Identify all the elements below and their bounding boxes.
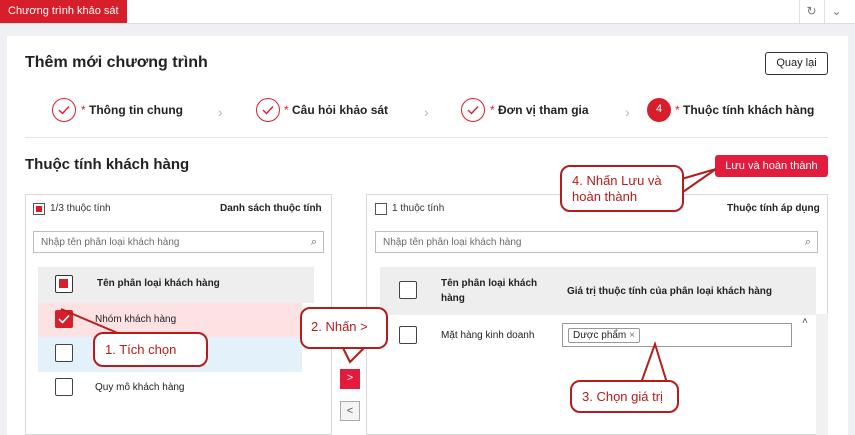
right-count: 1 thuộc tính: [392, 203, 445, 214]
attribute-value-select[interactable]: Dược phẩm ×: [562, 323, 792, 347]
right-row-1-label: Mặt hàng kinh doanh: [441, 330, 535, 341]
step-2-label[interactable]: * Câu hỏi khảo sát: [284, 103, 388, 117]
value-chip[interactable]: Dược phẩm ×: [568, 328, 640, 343]
step-3-label[interactable]: * Đơn vị tham gia: [490, 103, 589, 117]
chevron-down-icon[interactable]: ⌄: [824, 0, 848, 23]
step-3-done-icon: [461, 98, 485, 122]
top-tab-bar: Chương trình khảo sát ↻ ⌄: [0, 0, 855, 24]
callout-click-move: 2. Nhấn >: [300, 307, 388, 349]
step-separator-icon: ›: [218, 104, 223, 120]
step-1-done-icon: [52, 98, 76, 122]
right-header-checkbox[interactable]: [399, 281, 417, 299]
callout-save-line2: hoàn thành: [572, 189, 638, 204]
left-column-header: Tên phân loại khách hàng: [97, 278, 220, 289]
row-2-checkbox[interactable]: [55, 344, 73, 362]
left-header-checkbox[interactable]: [55, 275, 73, 293]
divider: [25, 137, 828, 138]
step-separator-icon: ›: [424, 104, 429, 120]
callout-save: 4. Nhấn Lưu và hoàn thành: [560, 165, 684, 212]
right-column-header-2: Giá trị thuộc tính của phân loại khách h…: [567, 286, 773, 297]
left-panel-title: Danh sách thuộc tính: [220, 203, 322, 214]
left-search-placeholder: Nhập tên phân loại khách hàng: [41, 237, 180, 248]
row-3-checkbox[interactable]: [55, 378, 73, 396]
tab-survey-program[interactable]: Chương trình khảo sát: [0, 0, 127, 23]
section-title: Thuộc tính khách hàng: [25, 156, 190, 173]
scrollbar[interactable]: [816, 314, 828, 435]
search-icon[interactable]: ⌕: [311, 236, 317, 249]
select-all-right-checkbox[interactable]: [375, 203, 387, 215]
check-icon: [58, 314, 70, 324]
step-2-done-icon: [256, 98, 280, 122]
save-and-finish-button[interactable]: Lưu và hoàn thành: [715, 155, 828, 177]
left-search-input[interactable]: Nhập tên phân loại khách hàng ⌕: [33, 231, 324, 253]
right-search-placeholder: Nhập tên phân loại khách hàng: [383, 237, 522, 248]
callout-save-line1: 4. Nhấn Lưu và: [572, 173, 662, 188]
move-left-button[interactable]: <: [340, 401, 360, 421]
callout-check: 1. Tích chọn: [93, 332, 208, 367]
row-1-checkbox[interactable]: [55, 310, 73, 328]
value-chip-label: Dược phẩm: [573, 330, 627, 341]
scroll-up-icon[interactable]: ˄: [802, 316, 808, 327]
step-1-label[interactable]: * Thông tin chung: [81, 103, 183, 117]
remove-chip-icon[interactable]: ×: [629, 330, 635, 341]
right-column-header-1b: hàng: [441, 293, 465, 304]
right-search-input[interactable]: Nhập tên phân loại khách hàng ⌕: [375, 231, 818, 253]
right-panel-title: Thuộc tính áp dụng: [727, 203, 820, 214]
search-icon[interactable]: ⌕: [805, 236, 811, 249]
step-4-label[interactable]: * Thuộc tính khách hàng: [675, 103, 814, 117]
right-column-header-1a: Tên phân loại khách: [441, 278, 538, 289]
refresh-icon[interactable]: ↻: [799, 0, 823, 23]
page-title: Thêm mới chương trình: [25, 54, 208, 71]
callout-select-value: 3. Chọn giá trị: [570, 380, 679, 413]
left-count: 1/3 thuộc tính: [50, 203, 111, 214]
row-3-label: Quy mô khách hàng: [95, 382, 185, 393]
row-1-label: Nhóm khách hàng: [95, 314, 177, 325]
select-all-left-checkbox[interactable]: [33, 203, 45, 215]
right-row-1-checkbox[interactable]: [399, 326, 417, 344]
back-button[interactable]: Quay lại: [765, 52, 828, 75]
move-right-button[interactable]: >: [340, 369, 360, 389]
step-4-number: 4: [647, 98, 671, 122]
step-separator-icon: ›: [625, 104, 630, 120]
